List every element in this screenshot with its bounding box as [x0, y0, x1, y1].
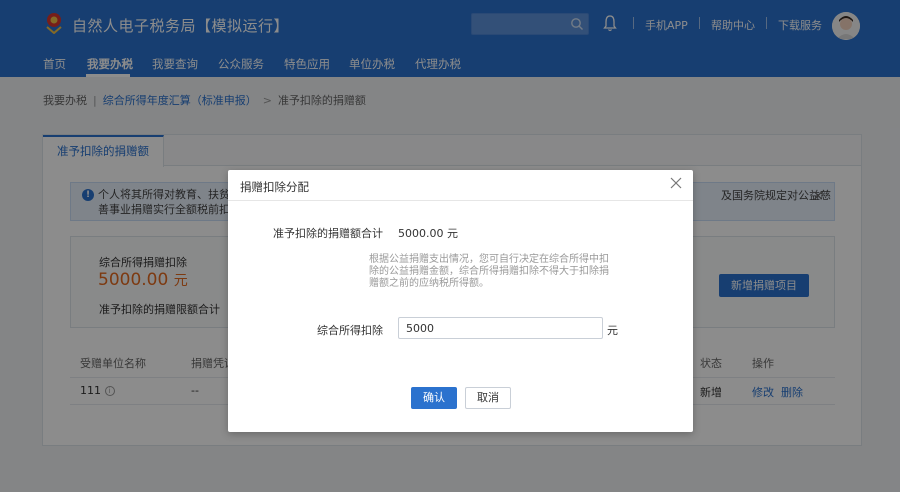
total-deduction-value: 5000.00 元 — [398, 227, 458, 240]
cancel-button[interactable]: 取消 — [465, 387, 511, 409]
income-deduction-label: 综合所得扣除 — [317, 324, 383, 337]
dialog-title: 捐赠扣除分配 — [240, 180, 309, 194]
dialog-header: 捐赠扣除分配 — [228, 170, 693, 201]
total-deduction-label: 准予扣除的捐赠额合计 — [273, 227, 383, 240]
close-icon[interactable] — [669, 176, 683, 190]
hint-text: 根据公益捐赠支出情况，您可自行决定在综合所得中扣除的公益捐赠金额，综合所得捐赠扣… — [369, 254, 609, 289]
input-unit: 元 — [607, 324, 618, 337]
income-deduction-input[interactable] — [398, 317, 603, 339]
confirm-button[interactable]: 确认 — [411, 387, 457, 409]
donation-allocation-dialog: 捐赠扣除分配 准予扣除的捐赠额合计 5000.00 元 根据公益捐赠支出情况，您… — [228, 170, 693, 432]
allocation-hint: 根据公益捐赠支出情况，您可自行决定在综合所得中扣除的公益捐赠金额，综合所得捐赠扣… — [369, 254, 609, 290]
